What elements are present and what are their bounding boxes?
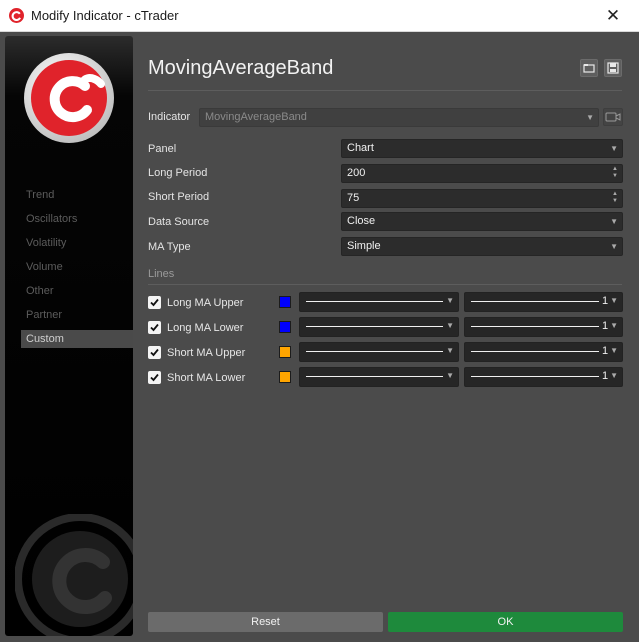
line-style-select[interactable]: ▼ bbox=[299, 367, 459, 387]
line-width-value: 1 bbox=[602, 295, 609, 307]
save-icon bbox=[607, 62, 619, 74]
chevron-down-icon: ▼ bbox=[446, 296, 454, 305]
line-width-value: 1 bbox=[602, 345, 609, 357]
line-label: Long MA Upper bbox=[167, 297, 244, 309]
window-title: Modify Indicator - cTrader bbox=[31, 8, 179, 23]
ctrader-app-icon bbox=[9, 8, 24, 23]
line-width-select[interactable]: 1 ▼ bbox=[464, 317, 623, 337]
line-width-preview bbox=[471, 351, 599, 352]
sidebar-item-trend[interactable]: Trend bbox=[21, 186, 133, 204]
line-checkbox[interactable] bbox=[148, 321, 161, 334]
stepper-icon[interactable]: ▲ ▼ bbox=[611, 166, 619, 180]
header-divider bbox=[148, 90, 622, 91]
chevron-down-icon: ▼ bbox=[610, 217, 618, 226]
ok-button[interactable]: OK bbox=[388, 612, 623, 632]
line-color-swatch[interactable] bbox=[279, 321, 291, 333]
close-icon[interactable]: ✕ bbox=[602, 6, 624, 26]
line-color-swatch[interactable] bbox=[279, 346, 291, 358]
line-checkbox[interactable] bbox=[148, 346, 161, 359]
short-period-value: 75 bbox=[347, 192, 360, 204]
line-width-value: 1 bbox=[602, 320, 609, 332]
data-source-select[interactable]: Close ▼ bbox=[341, 212, 623, 231]
line-width-preview bbox=[471, 376, 599, 377]
modify-indicator-window: Modify Indicator - cTrader ✕ Trend Oscil… bbox=[0, 0, 639, 642]
chevron-down-icon: ▼ bbox=[610, 371, 618, 380]
ctrader-logo-icon bbox=[24, 53, 114, 143]
line-width-select[interactable]: 1 ▼ bbox=[464, 292, 623, 312]
chevron-down-icon: ▼ bbox=[610, 346, 618, 355]
checkmark-icon bbox=[150, 348, 159, 357]
sidebar-item-volatility[interactable]: Volatility bbox=[21, 234, 133, 252]
sidebar-item-volume[interactable]: Volume bbox=[21, 258, 133, 276]
indicator-label: Indicator bbox=[148, 111, 191, 123]
panel-select[interactable]: Chart ▼ bbox=[341, 139, 623, 158]
indicator-select: MovingAverageBand ▼ bbox=[199, 108, 599, 127]
save-template-button[interactable] bbox=[604, 59, 622, 77]
short-period-input[interactable]: 75 ▲ ▼ bbox=[341, 189, 623, 208]
checkmark-icon bbox=[150, 373, 159, 382]
camera-button[interactable] bbox=[603, 108, 623, 126]
load-template-button[interactable] bbox=[580, 59, 598, 77]
reset-button[interactable]: Reset bbox=[148, 612, 383, 632]
chevron-down-icon: ▼ bbox=[610, 242, 618, 251]
long-period-value: 200 bbox=[347, 167, 366, 179]
chevron-down-icon: ▼ bbox=[610, 321, 618, 330]
line-color-swatch[interactable] bbox=[279, 371, 291, 383]
line-color-swatch[interactable] bbox=[279, 296, 291, 308]
checkmark-icon bbox=[150, 323, 159, 332]
checkmark-icon bbox=[150, 298, 159, 307]
line-label: Short MA Lower bbox=[167, 372, 246, 384]
panel-value: Chart bbox=[347, 142, 374, 154]
line-width-select[interactable]: 1 ▼ bbox=[464, 342, 623, 362]
chevron-down-icon: ▼ bbox=[586, 113, 594, 122]
line-width-preview bbox=[471, 326, 599, 327]
long-period-input[interactable]: 200 ▲ ▼ bbox=[341, 164, 623, 183]
line-style-select[interactable]: ▼ bbox=[299, 317, 459, 337]
panel-label: Panel bbox=[148, 143, 177, 155]
chevron-down-icon: ▼ bbox=[610, 296, 618, 305]
ctrader-watermark-icon bbox=[15, 514, 133, 636]
line-checkbox[interactable] bbox=[148, 296, 161, 309]
sidebar-item-oscillators[interactable]: Oscillators bbox=[21, 210, 133, 228]
folder-icon bbox=[583, 64, 595, 73]
line-style-preview bbox=[306, 326, 443, 327]
line-width-select[interactable]: 1 ▼ bbox=[464, 367, 623, 387]
title-bar: Modify Indicator - cTrader ✕ bbox=[0, 0, 639, 32]
category-sidebar: Trend Oscillators Volatility Volume Othe… bbox=[5, 36, 133, 636]
data-source-label: Data Source bbox=[148, 216, 210, 228]
sidebar-item-custom[interactable]: Custom bbox=[21, 330, 133, 348]
indicator-heading: MovingAverageBand bbox=[148, 57, 334, 79]
indicator-value: MovingAverageBand bbox=[205, 111, 307, 123]
line-checkbox[interactable] bbox=[148, 371, 161, 384]
line-style-preview bbox=[306, 301, 443, 302]
data-source-value: Close bbox=[347, 215, 376, 227]
stepper-icon[interactable]: ▲ ▼ bbox=[611, 191, 619, 205]
chevron-down-icon: ▼ bbox=[610, 144, 618, 153]
line-label: Short MA Upper bbox=[167, 347, 246, 359]
line-style-preview bbox=[306, 376, 443, 377]
sidebar-item-partner[interactable]: Partner bbox=[21, 306, 133, 324]
ma-type-label: MA Type bbox=[148, 241, 191, 253]
lines-divider bbox=[148, 284, 622, 285]
camera-icon bbox=[605, 112, 621, 122]
ma-type-select[interactable]: Simple ▼ bbox=[341, 237, 623, 256]
line-width-value: 1 bbox=[602, 370, 609, 382]
chevron-down-icon: ▼ bbox=[446, 371, 454, 380]
line-width-preview bbox=[471, 301, 599, 302]
chevron-down-icon: ▼ bbox=[446, 321, 454, 330]
short-period-label: Short Period bbox=[148, 191, 210, 203]
ma-type-value: Simple bbox=[347, 240, 381, 252]
chevron-down-icon: ▼ bbox=[446, 346, 454, 355]
long-period-label: Long Period bbox=[148, 167, 208, 179]
line-label: Long MA Lower bbox=[167, 322, 244, 334]
line-style-preview bbox=[306, 351, 443, 352]
sidebar-item-other[interactable]: Other bbox=[21, 282, 133, 300]
line-style-select[interactable]: ▼ bbox=[299, 292, 459, 312]
lines-section-title: Lines bbox=[148, 268, 175, 280]
line-style-select[interactable]: ▼ bbox=[299, 342, 459, 362]
